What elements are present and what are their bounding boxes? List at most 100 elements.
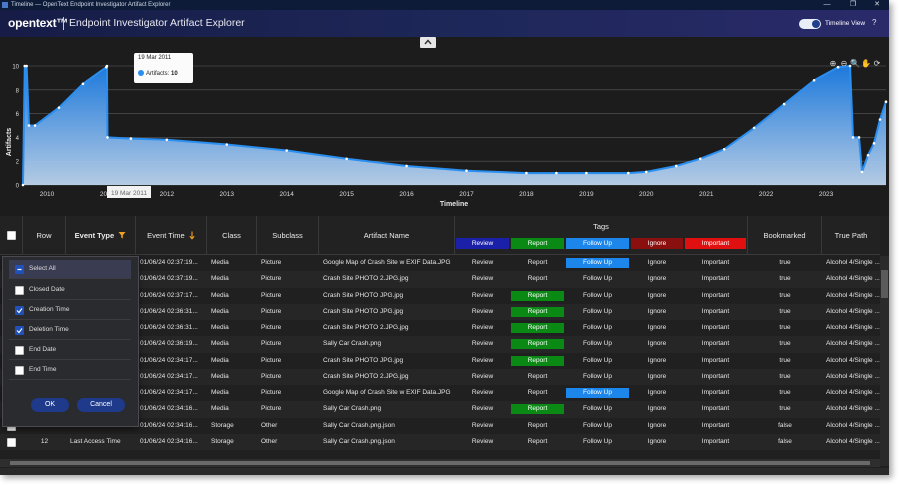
tag-review[interactable]: Review [456,388,509,398]
column-row[interactable]: Row [23,216,66,254]
column-event-time[interactable]: Event Time [136,216,207,254]
data-point[interactable] [105,64,109,68]
tag-important[interactable]: Important [685,307,746,317]
tag-follow-up[interactable]: Follow Up [566,404,629,414]
data-point[interactable] [752,126,756,130]
tag-review[interactable]: Review [456,291,509,301]
column-event-type[interactable]: Event Type [66,216,136,254]
vertical-scrollbar[interactable] [880,256,889,466]
tag-review[interactable]: Review [456,339,509,349]
tag-review[interactable]: Review [456,437,509,447]
column-true-path[interactable]: True Path [822,216,880,254]
data-point[interactable] [345,157,348,161]
unchecked-checkbox[interactable] [15,286,24,295]
ok-button[interactable]: OK [31,398,69,412]
tag-header-report[interactable]: Report [511,238,564,249]
help-icon[interactable]: ? [872,18,876,27]
tag-follow-up[interactable]: Follow Up [566,258,629,268]
tag-important[interactable]: Important [685,437,746,447]
data-point[interactable] [782,102,786,106]
tag-important[interactable]: Important [685,291,746,301]
data-point[interactable] [285,149,288,152]
tag-header-follow-up[interactable]: Follow Up [566,238,629,249]
tag-important[interactable]: Important [685,388,746,398]
tag-ignore[interactable]: Ignore [631,421,683,431]
tag-report[interactable]: Report [511,388,564,398]
timeline-view-toggle[interactable] [799,19,821,29]
tag-ignore[interactable]: Ignore [631,437,683,447]
zoom-select-icon[interactable]: 🔍 [850,59,860,69]
tag-header-important[interactable]: Important [685,238,746,249]
data-point[interactable] [25,64,28,68]
tag-ignore[interactable]: Ignore [631,404,683,414]
tag-follow-up[interactable]: Follow Up [566,388,629,398]
collapse-timeline-button[interactable] [420,37,436,48]
unchecked-checkbox[interactable] [15,346,24,355]
filter-option[interactable]: Closed Date [9,281,131,300]
hscrollbar-thumb[interactable] [10,461,870,465]
data-point[interactable] [225,143,229,146]
data-point[interactable] [21,183,25,187]
tag-important[interactable]: Important [685,323,746,333]
tag-review[interactable]: Review [456,421,509,431]
tag-report[interactable]: Report [511,258,564,268]
data-point[interactable] [857,136,861,139]
tag-header-review[interactable]: Review [456,238,509,249]
tag-report[interactable]: Report [511,355,564,366]
filter-option[interactable]: Creation Time [9,301,131,320]
data-point[interactable] [165,138,169,142]
data-point[interactable] [33,124,37,127]
select-all-check[interactable] [15,265,24,274]
tag-follow-up[interactable]: Follow Up [566,323,629,333]
data-point[interactable] [27,124,31,127]
tag-review[interactable]: Review [456,307,509,317]
cancel-button[interactable]: Cancel [77,398,125,412]
tag-report[interactable]: Report [511,421,564,431]
data-point[interactable] [860,170,864,174]
column-artifact-name[interactable]: Artifact Name [319,216,455,254]
tag-report[interactable]: Report [511,274,564,284]
tag-ignore[interactable]: Ignore [631,356,683,366]
minimize-button[interactable]: — [815,0,839,10]
table-row[interactable]: 12 Last Access Time 01/06/24 02:34:16... St… [0,433,880,450]
tag-report[interactable]: Report [511,404,564,415]
data-point[interactable] [525,171,528,175]
tag-review[interactable]: Review [456,323,509,333]
select-all-checkbox[interactable] [6,230,16,240]
tag-follow-up[interactable]: Follow Up [566,437,629,447]
tag-ignore[interactable]: Ignore [631,307,683,317]
data-point[interactable] [555,171,558,175]
tag-ignore[interactable]: Ignore [631,388,683,398]
tag-important[interactable]: Important [685,339,746,349]
unchecked-checkbox[interactable] [15,366,24,375]
tag-ignore[interactable]: Ignore [631,274,683,284]
data-point[interactable] [81,82,85,86]
tag-follow-up[interactable]: Follow Up [566,291,629,301]
data-point[interactable] [57,106,61,109]
tag-header-ignore[interactable]: Ignore [631,238,683,249]
row-checkbox[interactable] [7,437,16,447]
column-subclass[interactable]: Subclass [257,216,319,254]
data-point[interactable] [698,157,702,161]
pan-icon[interactable]: ✋ [861,59,871,69]
data-point[interactable] [872,142,876,145]
tag-report[interactable]: Report [511,437,564,447]
tag-follow-up[interactable]: Follow Up [566,372,629,382]
tag-follow-up[interactable]: Follow Up [566,307,629,317]
data-point[interactable] [644,170,648,174]
data-point[interactable] [585,171,588,175]
filter-option[interactable]: End Time [9,361,131,380]
tag-report[interactable]: Report [511,372,564,382]
data-point[interactable] [674,164,678,168]
horizontal-scrollbar[interactable] [0,459,880,467]
tag-important[interactable]: Important [685,372,746,382]
tag-report[interactable]: Report [511,323,564,333]
tag-follow-up[interactable]: Follow Up [566,421,629,431]
tag-ignore[interactable]: Ignore [631,258,683,268]
checked-checkbox[interactable] [15,306,24,315]
tag-important[interactable]: Important [685,404,746,414]
data-point[interactable] [851,136,855,139]
checked-checkbox[interactable] [15,326,24,335]
tag-important[interactable]: Important [685,274,746,284]
filter-option[interactable]: Deletion Time [9,321,131,340]
